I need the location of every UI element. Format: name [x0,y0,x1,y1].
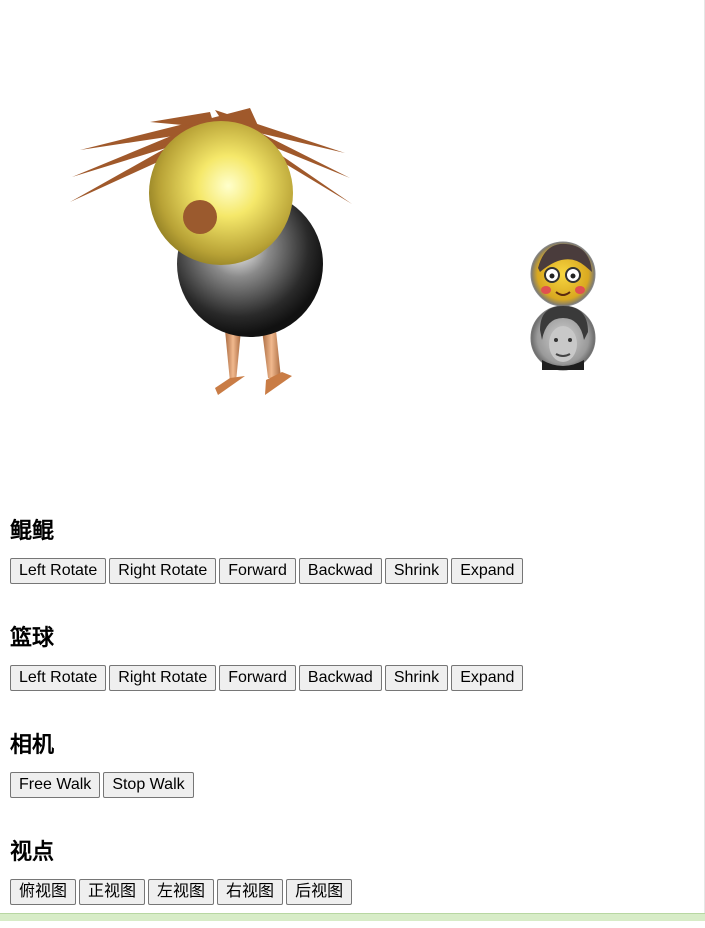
left-view-button[interactable]: 左视图 [148,879,215,905]
character-legs [215,330,292,395]
camera-buttons: Free Walk Stop Walk [10,772,700,821]
kunkun-left-rotate-button[interactable]: Left Rotate [10,558,107,584]
kunkun-shrink-button[interactable]: Shrink [384,558,449,584]
character-head [149,121,293,265]
basketball-expand-button[interactable]: Expand [451,665,524,691]
top-view-button[interactable]: 俯视图 [10,879,77,905]
basketball-left-rotate-button[interactable]: Left Rotate [10,665,107,691]
basketball-forward-button[interactable]: Forward [219,665,296,691]
basketball-top [530,241,596,307]
free-walk-button[interactable]: Free Walk [10,772,101,798]
basketball-right-rotate-button[interactable]: Right Rotate [109,665,217,691]
kunkun-forward-button[interactable]: Forward [219,558,296,584]
kunkun-backward-button[interactable]: Backwad [298,558,382,584]
right-view-button[interactable]: 右视图 [217,879,284,905]
kunkun-right-rotate-button[interactable]: Right Rotate [109,558,217,584]
scene-render [70,108,596,395]
basketball-bottom [530,305,596,371]
controls-panel: 鲲鲲 Left Rotate Right Rotate Forward Backwad… [10,500,700,928]
back-view-button[interactable]: 后视图 [286,879,353,905]
basketball-buttons: Left Rotate Right Rotate Forward Backwad Shr… [10,665,700,714]
bottom-status-bar [0,913,705,921]
section-title-camera: 相机 [10,733,55,758]
section-title-basketball: 篮球 [10,626,55,651]
basketball-shrink-button[interactable]: Shrink [384,665,449,691]
3d-canvas[interactable] [0,0,705,500]
basketball-backward-button[interactable]: Backwad [298,665,382,691]
front-view-button[interactable]: 正视图 [79,879,146,905]
character-mouth [183,200,217,234]
stop-walk-button[interactable]: Stop Walk [103,772,194,798]
section-title-kunkun: 鲲鲲 [10,519,55,544]
section-title-viewpoint: 视点 [10,840,55,865]
kunkun-buttons: Left Rotate Right Rotate Forward Backwad Shr… [10,558,700,607]
kunkun-expand-button[interactable]: Expand [451,558,524,584]
